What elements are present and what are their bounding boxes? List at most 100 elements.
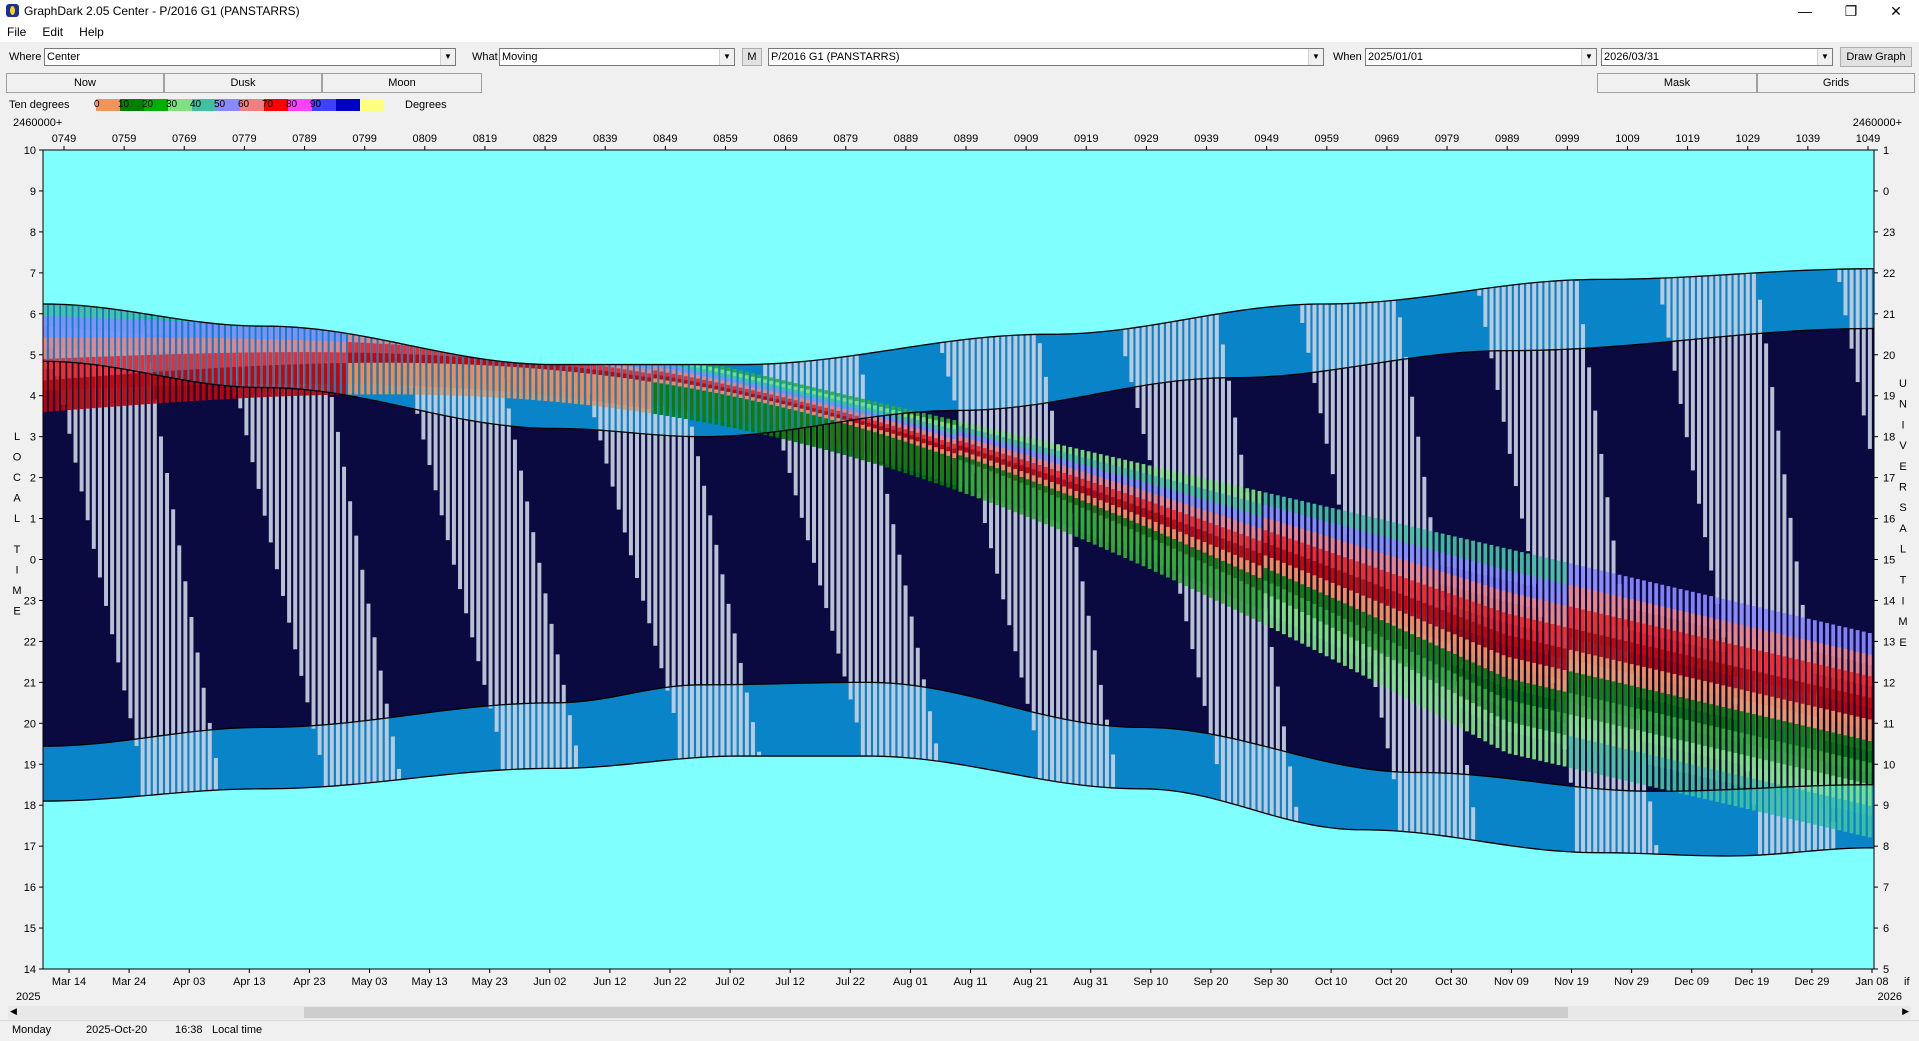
end-date-select[interactable]: 2026/03/31▼ (1601, 48, 1833, 66)
altitude-band-stripe (171, 371, 175, 403)
moonlight-stripe (1148, 325, 1152, 460)
altitude-band-stripe (1496, 716, 1500, 748)
altitude-band-stripe (1514, 723, 1518, 755)
right-tick-label: 17 (1883, 473, 1895, 485)
bottom-tick-label: Mar 14 (52, 976, 86, 988)
bottom-tick-label: Jun 22 (653, 976, 686, 988)
altitude-band-stripe (977, 467, 981, 499)
maximize-button[interactable]: ❐ (1828, 0, 1874, 22)
moonlight-stripe (495, 361, 499, 732)
moonlight-stripe (1288, 766, 1292, 820)
moonlight-stripe (1685, 277, 1689, 437)
altitude-band-stripe (244, 366, 248, 398)
dusk-button[interactable]: Dusk (164, 73, 322, 93)
view-button-row: Now Dusk Moon Mask Grids (0, 72, 1919, 94)
moonlight-stripe (1850, 269, 1854, 349)
altitude-band-stripe (830, 420, 834, 452)
altitude-band-stripe (299, 364, 303, 396)
moonlight-stripe (922, 679, 926, 759)
altitude-band-stripe (1325, 625, 1329, 657)
altitude-band-stripe (177, 370, 181, 402)
altitude-band-stripe (733, 397, 737, 429)
scroll-right-icon[interactable]: ▶ (1902, 1006, 1909, 1017)
altitude-band-stripe (1233, 578, 1237, 610)
altitude-band-stripe (1569, 736, 1573, 768)
close-button[interactable]: ✕ (1873, 0, 1919, 22)
altitude-band-stripe (269, 365, 273, 397)
altitude-band-stripe (617, 377, 621, 409)
menu-file[interactable]: File (0, 22, 32, 39)
left-tick-label: 9 (30, 186, 36, 198)
now-button[interactable]: Now (6, 73, 164, 93)
left-tick-label: 2 (30, 473, 36, 485)
menu-help[interactable]: Help (72, 22, 110, 39)
menu-edit[interactable]: Edit (35, 22, 69, 39)
status-mode: Local time (212, 1024, 262, 1036)
grids-button[interactable]: Grids (1757, 73, 1915, 93)
altitude-band-stripe (281, 365, 285, 397)
altitude-band-stripe (49, 380, 53, 412)
altitude-band-stripe (1178, 552, 1182, 584)
moonlight-stripe (1843, 269, 1847, 315)
altitude-band-stripe (794, 411, 798, 443)
mask-button[interactable]: Mask (1597, 73, 1757, 93)
top-tick-label: 1009 (1615, 133, 1639, 145)
chevron-down-icon: ▼ (1308, 49, 1323, 65)
altitude-band-stripe (879, 434, 883, 466)
altitude-band-stripe (727, 395, 731, 427)
altitude-band-stripe (696, 390, 700, 422)
scroll-left-icon[interactable]: ◀ (10, 1006, 17, 1017)
moonlight-stripe (1111, 754, 1115, 788)
chevron-down-icon: ▼ (719, 49, 734, 65)
horizontal-scrollbar[interactable]: ◀ ▶ (8, 1006, 1911, 1019)
altitude-band-stripe (421, 363, 425, 395)
minimize-button[interactable]: — (1782, 0, 1828, 22)
altitude-band-stripe (1825, 796, 1829, 828)
altitude-band-stripe (507, 367, 511, 399)
moonlight-stripe (1093, 650, 1097, 786)
legend-swatch (336, 99, 360, 111)
altitude-band-stripe (1868, 806, 1872, 838)
altitude-band-stripe (562, 371, 566, 403)
start-date-select[interactable]: 2025/01/01▼ (1365, 48, 1597, 66)
draw-graph-button[interactable]: Draw Graph (1840, 47, 1912, 67)
where-select[interactable]: Center▼ (44, 48, 456, 66)
legend-value: 40 (190, 99, 201, 110)
altitude-band-stripe (1801, 790, 1805, 822)
altitude-band-stripe (714, 393, 718, 425)
right-tick-label: 14 (1883, 595, 1895, 607)
right-axis-title-letter: L (1900, 544, 1906, 556)
altitude-band-stripe (305, 364, 309, 396)
object-select[interactable]: P/2016 G1 (PANSTARRS)▼ (768, 48, 1324, 66)
altitude-band-stripe (1172, 549, 1176, 581)
right-axis-title-letter: R (1899, 482, 1907, 494)
altitude-band-stripe (611, 376, 615, 408)
top-tick-label: 0799 (352, 133, 376, 145)
altitude-band-stripe (226, 367, 230, 399)
moonlight-stripe (1294, 807, 1298, 822)
altitude-band-stripe (867, 430, 871, 462)
altitude-band-stripe (1489, 713, 1493, 745)
app-icon (6, 4, 19, 17)
top-tick-label: 0999 (1555, 133, 1579, 145)
altitude-band-stripe (550, 370, 554, 402)
altitude-band-stripe (1612, 746, 1616, 778)
altitude-band-stripe (1685, 763, 1689, 795)
altitude-band-stripe (1050, 495, 1054, 527)
moon-button[interactable]: Moon (322, 73, 482, 93)
altitude-band-stripe (1105, 518, 1109, 550)
right-axis-title-letter: V (1899, 440, 1907, 452)
moonlight-stripe (940, 342, 944, 353)
bottom-tick-label: Oct 20 (1375, 976, 1407, 988)
altitude-band-stripe (1648, 755, 1652, 787)
scroll-thumb[interactable] (304, 1007, 1568, 1018)
bottom-tick-label: Oct 10 (1315, 976, 1347, 988)
m-button[interactable]: M (742, 48, 762, 66)
altitude-band-stripe (720, 394, 724, 426)
altitude-band-stripe (586, 374, 590, 406)
what-select[interactable]: Moving▼ (499, 48, 735, 66)
altitude-band-stripe (1392, 660, 1396, 692)
moonlight-stripe (1319, 304, 1323, 413)
altitude-band-stripe (1703, 767, 1707, 799)
altitude-band-stripe (1856, 803, 1860, 835)
